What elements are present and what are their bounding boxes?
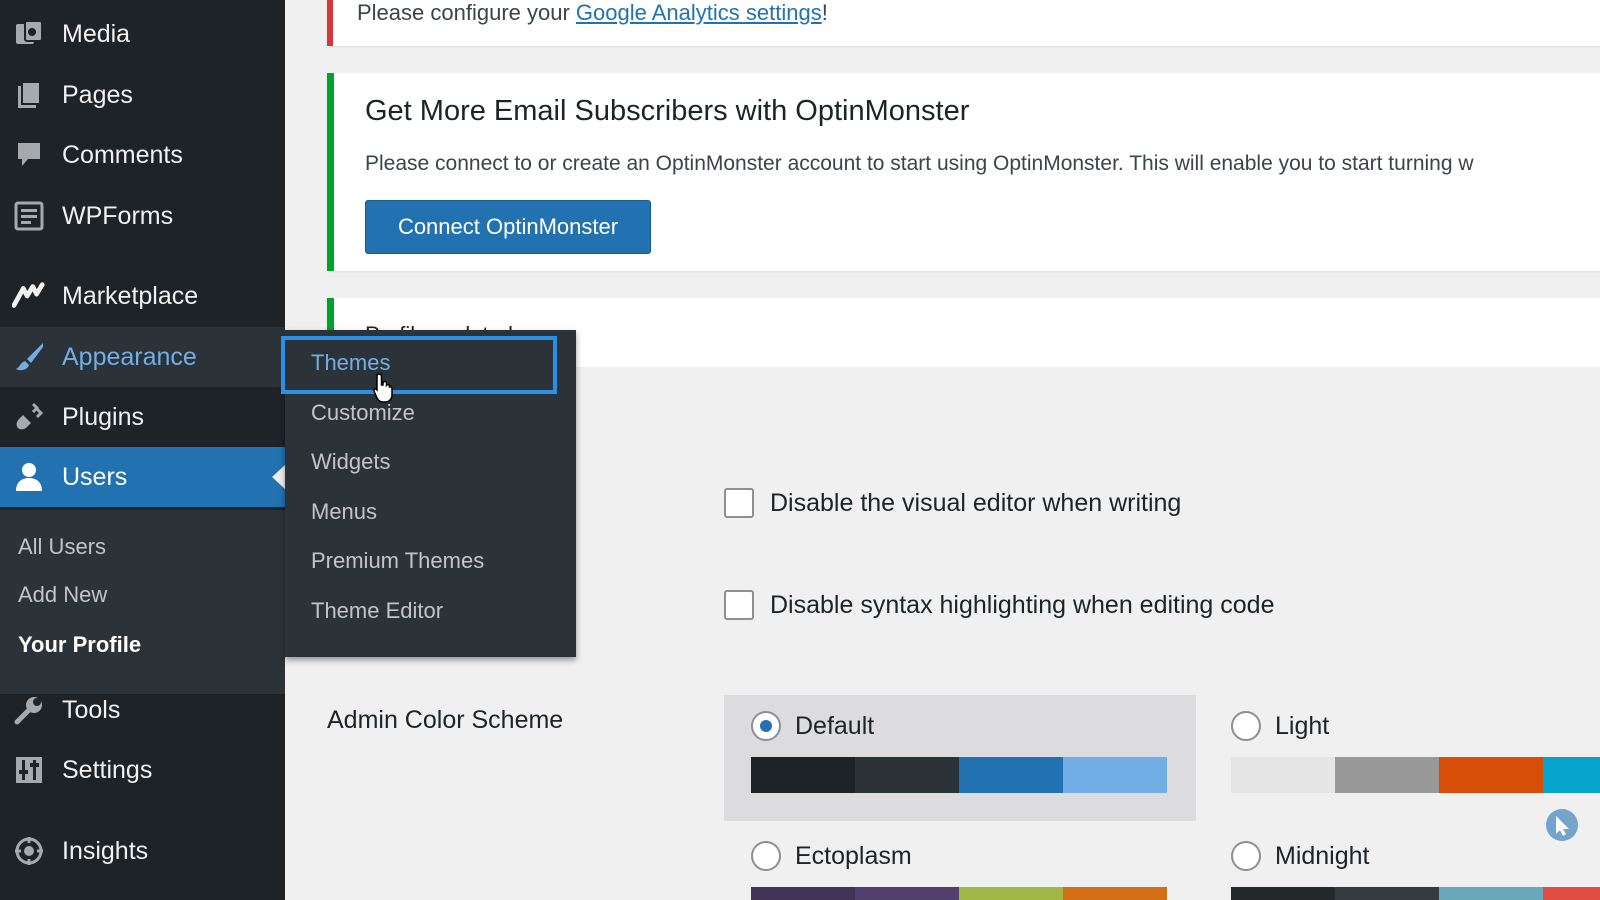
color-scheme-light[interactable]: Light [1204,695,1600,821]
scheme-radio-row: Ectoplasm [751,841,912,871]
marketplace-icon [12,279,46,313]
scheme-name: Light [1275,711,1330,740]
scheme-swatch [855,887,959,900]
scheme-swatch [1231,757,1335,793]
sidebar-item-label: Plugins [62,402,144,431]
scheme-name: Default [795,711,875,740]
admin-sidebar: Media Pages Comments WPForms Marketplace… [0,0,285,900]
scheme-swatch [1335,887,1439,900]
submenu-all-users[interactable]: All Users [18,534,106,560]
scheme-swatch [1543,887,1600,900]
sidebar-item-label: Appearance [62,342,197,371]
color-scheme-ectoplasm[interactable]: Ectoplasm [724,825,1196,900]
analytics-suffix: ! [821,0,828,25]
plugins-icon [12,400,46,434]
sidebar-item-users[interactable]: Users [0,447,285,507]
scheme-name: Midnight [1275,841,1370,870]
appearance-flyout-menu: Themes Customize Widgets Menus Premium T… [281,330,576,657]
flyout-item-theme-editor[interactable]: Theme Editor [311,598,443,624]
optinmonster-title: Get More Email Subscribers with OptinMon… [365,95,970,127]
analytics-prefix: Please configure your [357,0,576,25]
sidebar-item-marketplace[interactable]: Marketplace [0,266,285,326]
scheme-swatches [1231,887,1600,900]
insights-icon [12,834,46,868]
sidebar-item-label: Comments [62,140,183,169]
sidebar-item-insights[interactable]: Insights [0,821,285,881]
scheme-radio[interactable] [1231,841,1261,871]
flyout-item-premium-themes[interactable]: Premium Themes [311,548,484,574]
hand-cursor-icon [373,373,393,403]
sidebar-item-label: Media [62,19,131,48]
admin-color-scheme-label: Admin Color Scheme [327,706,564,734]
users-icon [12,460,46,494]
flyout-item-menus[interactable]: Menus [311,499,377,525]
users-submenu: All Users Add New Your Profile [0,510,285,694]
sidebar-item-label: Insights [62,836,149,865]
scheme-swatch [1231,887,1335,900]
optinmonster-notice: Get More Email Subscribers with OptinMon… [327,73,1600,271]
scheme-name: Ectoplasm [795,841,912,870]
visual-editor-option: Disable the visual editor when writing [724,488,1181,518]
flyout-item-widgets[interactable]: Widgets [311,449,390,475]
comments-icon [12,138,46,172]
wpforms-icon [12,199,46,233]
scheme-radio-row: Default [751,711,874,741]
media-icon [12,17,46,51]
scheme-radio-row: Light [1231,711,1329,741]
scheme-swatch [1063,757,1167,793]
scheme-swatch [959,757,1063,793]
sidebar-item-comments[interactable]: Comments [0,125,285,185]
floating-help-icon[interactable] [1545,808,1579,842]
color-scheme-midnight[interactable]: Midnight [1204,825,1600,900]
visual-editor-label: Disable the visual editor when writing [770,488,1182,517]
sidebar-item-label: WPForms [62,201,174,230]
connect-optinmonster-button[interactable]: Connect OptinMonster [365,200,651,254]
sidebar-item-tools[interactable]: Tools [0,680,285,740]
scheme-swatches [1231,757,1600,793]
flyout-item-customize[interactable]: Customize [311,400,415,426]
scheme-swatch [1439,757,1543,793]
sidebar-item-settings[interactable]: Settings [0,740,285,800]
scheme-swatch [1439,887,1543,900]
sidebar-item-wpforms[interactable]: WPForms [0,186,285,246]
scheme-swatch [1335,757,1439,793]
sidebar-item-plugins[interactable]: Plugins [0,387,285,447]
sidebar-item-pages[interactable]: Pages [0,65,285,125]
sidebar-item-label: Settings [62,755,153,784]
scheme-radio-row: Midnight [1231,841,1370,871]
tools-wrench-icon [12,693,46,727]
sidebar-item-label: Pages [62,80,133,109]
submenu-your-profile[interactable]: Your Profile [18,632,141,658]
scheme-swatch [1543,757,1600,793]
scheme-swatch [751,757,855,793]
color-scheme-default[interactable]: Default [724,695,1196,821]
scheme-swatches [751,757,1167,793]
scheme-swatch [855,757,959,793]
visual-editor-checkbox[interactable] [724,488,754,518]
sidebar-item-label: Users [62,462,128,491]
sidebar-item-appearance[interactable]: Appearance [0,327,285,387]
optinmonster-description: Please connect to or create an OptinMons… [365,152,1474,175]
sidebar-item-label: Marketplace [62,281,199,310]
settings-icon [12,753,46,787]
syntax-highlighting-option: Disable syntax highlighting when editing… [724,590,1275,620]
analytics-notice: Please configure your Google Analytics s… [327,0,1600,46]
appearance-brush-icon [12,340,46,374]
syntax-highlighting-label: Disable syntax highlighting when editing… [770,590,1275,619]
scheme-swatch [1063,887,1167,900]
scheme-swatch [751,887,855,900]
sidebar-item-media[interactable]: Media [0,4,285,64]
current-menu-arrow [272,465,285,489]
scheme-swatches [751,887,1167,900]
scheme-radio[interactable] [751,711,781,741]
analytics-settings-link[interactable]: Google Analytics settings [576,0,822,25]
sidebar-item-label: Tools [62,695,121,724]
pages-icon [12,78,46,112]
syntax-highlighting-checkbox[interactable] [724,590,754,620]
submenu-add-new[interactable]: Add New [18,582,107,608]
scheme-swatch [959,887,1063,900]
analytics-notice-text: Please configure your Google Analytics s… [357,0,828,26]
scheme-radio[interactable] [1231,711,1261,741]
scheme-radio[interactable] [751,841,781,871]
